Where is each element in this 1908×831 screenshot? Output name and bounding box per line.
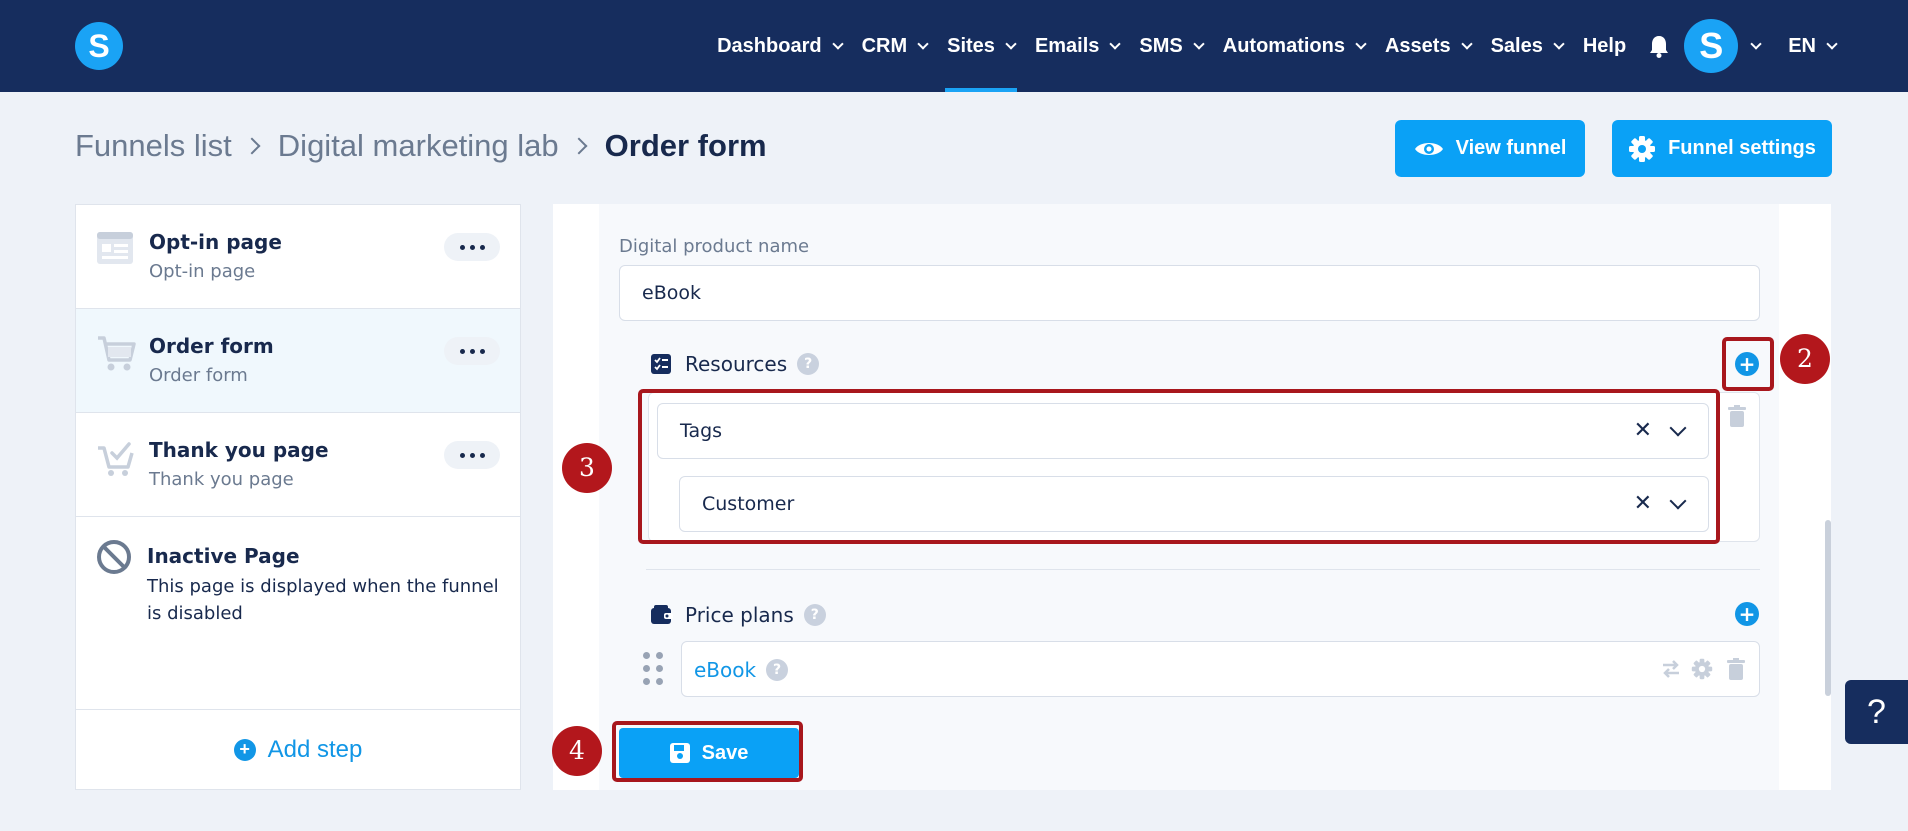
step-menu-button[interactable]	[444, 337, 500, 365]
chevron-down-icon	[1109, 37, 1122, 50]
step-subtitle: Opt-in page	[149, 261, 256, 282]
nav-crm[interactable]: CRM	[852, 0, 938, 92]
step-title: Opt-in page	[149, 230, 282, 254]
gear-icon	[1629, 135, 1656, 162]
step-menu-button[interactable]	[444, 441, 500, 469]
price-plan-row[interactable]: eBook ?	[681, 641, 1760, 697]
nav-sites[interactable]: Sites	[937, 0, 1025, 92]
section-divider	[646, 569, 1760, 570]
cart-icon	[98, 336, 136, 371]
chevron-down-icon	[1460, 37, 1473, 50]
chevron-down-icon	[1193, 37, 1205, 50]
breadcrumb-funnels-list[interactable]: Funnels list	[75, 128, 232, 164]
nav-emails[interactable]: Emails	[1025, 0, 1129, 92]
chevron-right-icon	[243, 137, 261, 155]
price-plans-section-title: Price plans ?	[651, 603, 826, 627]
bell-icon[interactable]	[1648, 34, 1670, 58]
chevron-right-icon	[570, 137, 588, 155]
inactive-page-title: Inactive Page	[147, 544, 300, 568]
eye-icon	[1414, 142, 1443, 155]
user-avatar[interactable]: S	[1684, 19, 1739, 73]
step-title: Thank you page	[149, 438, 329, 462]
inactive-page-description: This page is displayed when the funnel i…	[147, 576, 499, 624]
highlight-save	[612, 721, 803, 782]
funnel-settings-button[interactable]: Funnel settings	[1612, 120, 1832, 177]
highlight-resources	[638, 389, 1720, 544]
gear-icon[interactable]	[1691, 658, 1713, 680]
nav-sms[interactable]: SMS	[1129, 0, 1212, 92]
step-badge-3: 3	[562, 443, 612, 493]
chevron-down-icon	[1005, 37, 1017, 50]
step-badge-2: 2	[1780, 334, 1830, 384]
plus-circle-icon: +	[233, 738, 256, 761]
opt-in-page-icon	[97, 232, 133, 264]
top-navbar: S Dashboard CRM Sites Emails SMS Automat…	[0, 0, 1908, 92]
chevron-down-icon	[831, 37, 844, 50]
chevron-down-icon	[917, 37, 929, 50]
nav-help[interactable]: Help	[1573, 0, 1636, 92]
help-icon[interactable]: ?	[766, 659, 789, 681]
nav-automations[interactable]: Automations	[1213, 0, 1375, 92]
step-badge-4: 4	[552, 726, 602, 776]
breadcrumb: Funnels list Digital marketing lab Order…	[75, 128, 767, 164]
help-icon[interactable]: ?	[797, 353, 820, 375]
step-menu-button[interactable]	[444, 233, 500, 261]
nav-sales[interactable]: Sales	[1481, 0, 1573, 92]
chevron-down-icon	[1553, 37, 1565, 50]
help-icon[interactable]: ?	[803, 604, 826, 626]
breadcrumb-funnel[interactable]: Digital marketing lab	[278, 128, 559, 164]
add-step-button[interactable]: + Add step	[76, 709, 520, 789]
scrollbar[interactable]	[1825, 520, 1831, 696]
chevron-down-icon	[1355, 37, 1367, 50]
main-nav: Dashboard CRM Sites Emails SMS Automatio…	[707, 0, 1838, 92]
language-selector[interactable]: EN	[1778, 0, 1838, 92]
nav-assets[interactable]: Assets	[1375, 0, 1481, 92]
step-subtitle: Thank you page	[149, 469, 294, 490]
swap-icon[interactable]	[1661, 659, 1681, 679]
step-order-form[interactable]: Order form Order form	[76, 309, 520, 413]
wallet-icon	[651, 605, 673, 624]
trash-icon[interactable]	[1727, 658, 1745, 680]
view-funnel-button[interactable]: View funnel	[1395, 120, 1585, 177]
highlight-add-resource	[1722, 337, 1774, 391]
help-button[interactable]: ?	[1845, 680, 1908, 744]
trash-icon[interactable]	[1728, 405, 1746, 427]
chevron-down-icon	[1826, 37, 1838, 50]
chevron-down-icon[interactable]	[1750, 37, 1762, 50]
checklist-icon	[651, 354, 671, 374]
price-plan-name[interactable]: eBook ?	[694, 658, 789, 682]
step-thank-you-page[interactable]: Thank you page Thank you page	[76, 413, 520, 517]
add-price-plan-button[interactable]: +	[1735, 602, 1759, 626]
drag-handle-icon[interactable]	[643, 652, 663, 685]
product-name-input[interactable]: eBook	[619, 265, 1760, 321]
disabled-icon	[97, 540, 131, 574]
app-logo[interactable]: S	[75, 22, 123, 70]
step-subtitle: Order form	[149, 365, 248, 386]
step-opt-in-page[interactable]: Opt-in page Opt-in page	[76, 205, 520, 309]
resources-section-title: Resources ?	[651, 352, 820, 376]
step-title: Order form	[149, 334, 274, 358]
cart-check-icon	[98, 442, 134, 476]
page-title: Order form	[604, 128, 767, 163]
nav-dashboard[interactable]: Dashboard	[707, 0, 851, 92]
funnel-steps-sidebar: Opt-in page Opt-in page Order form Order…	[75, 204, 521, 790]
product-name-label: Digital product name	[619, 236, 810, 257]
